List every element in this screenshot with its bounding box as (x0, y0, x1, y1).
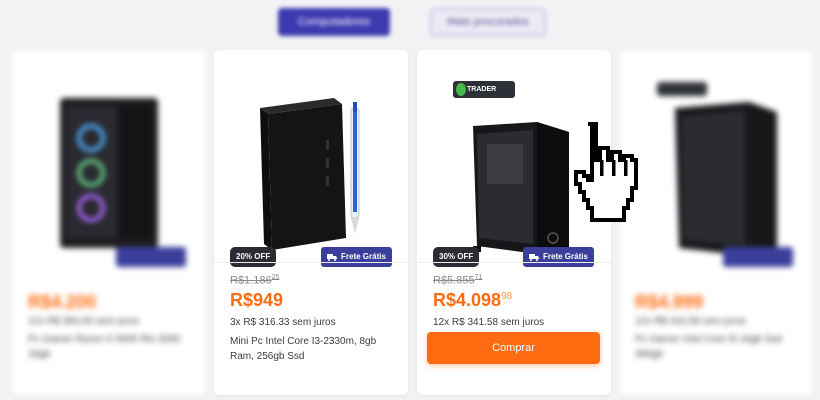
trader-logo-icon (456, 83, 466, 96)
product-card[interactable]: 20% OFF Frete Grátis R$1.18625 R$949 3x … (214, 50, 408, 395)
product-price: R$4.200 (28, 292, 97, 312)
installments: 3x R$ 316.33 sem juros (230, 317, 336, 328)
installments: 12x R$ 341.58 sem juros (433, 317, 545, 328)
product-description: Mini Pc Intel Core I3-2330m, 8gb Ram, 25… (230, 336, 377, 362)
buy-button[interactable]: Comprar (427, 332, 600, 364)
free-shipping-label: Frete Grátis (543, 252, 588, 261)
truck-icon (529, 254, 539, 261)
old-price-value: R$1.186 (230, 274, 272, 287)
product-image (60, 98, 158, 248)
divider (417, 262, 611, 263)
product-image (260, 98, 360, 250)
truck-icon (327, 254, 337, 261)
discount-badge: 30% OFF (433, 247, 480, 267)
divider (214, 262, 408, 263)
installments: 12x R$ 350,00 sem juros (28, 316, 140, 327)
trader-badge-label: TRADER (467, 86, 497, 93)
trader-badge: TRADER (453, 81, 515, 98)
old-price-cents: 25 (271, 274, 280, 281)
free-shipping-label: Frete Grátis (341, 252, 386, 261)
hand-cursor-icon (574, 122, 638, 222)
old-price-cents: 71 (474, 274, 483, 281)
installments: 12x R$ 416,58 sem juros (635, 316, 747, 327)
free-shipping-badge: Frete Grátis (321, 247, 392, 267)
discount-badge: 20% OFF (230, 247, 277, 267)
tab-mais-procurados[interactable]: Mais procurados (430, 8, 546, 36)
product-description: Pc Gamer Ryzen 5 5600 Rtx 3060 16gb (28, 334, 181, 360)
price-cents: 98 (501, 291, 513, 302)
old-price: R$5.85571 (433, 274, 482, 287)
tab-computadores[interactable]: Computadores (278, 8, 390, 36)
product-price: R$4.999 (635, 292, 704, 312)
free-shipping-badge: Frete Grátis (523, 247, 594, 267)
old-price: R$1.18625 (230, 274, 279, 287)
price-value: R$4.098 (433, 290, 502, 310)
shipping-badge (723, 247, 793, 267)
product-price: R$4.09898 (433, 290, 512, 311)
product-description: Pc Gamer Intel Core i5 16gb Ssd 480gb (635, 334, 782, 360)
product-price: R$949 (230, 290, 284, 310)
product-card[interactable]: R$4.200 12x R$ 350,00 sem juros Pc Gamer… (12, 50, 206, 395)
shipping-badge (116, 247, 186, 267)
category-tabs: Computadores Mais procurados (0, 8, 820, 36)
old-price-value: R$5.855 (433, 274, 475, 287)
